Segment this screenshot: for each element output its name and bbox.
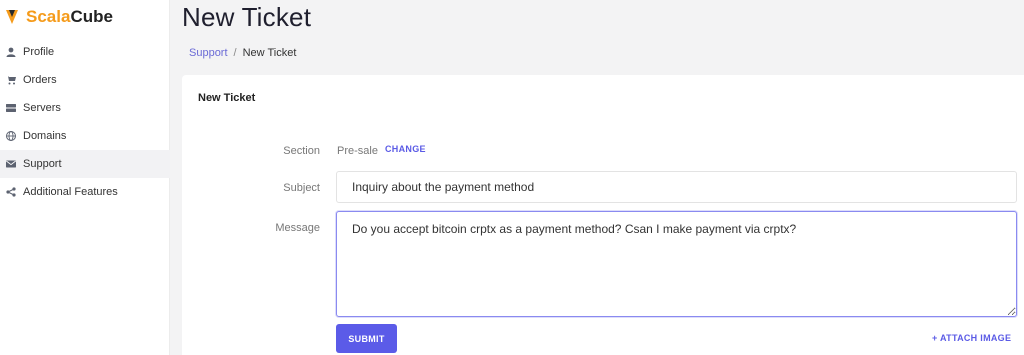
card-title: New Ticket [198, 92, 256, 104]
globe-icon [6, 131, 16, 141]
change-section-button[interactable]: CHANGE [385, 144, 426, 154]
sidebar-item-domains[interactable]: Domains [0, 122, 170, 150]
logo[interactable]: Scala Cube [0, 0, 169, 34]
cart-icon [6, 75, 16, 85]
sidebar-item-label: Domains [23, 130, 67, 142]
sidebar-item-orders[interactable]: Orders [0, 66, 170, 94]
envelope-icon [6, 159, 16, 169]
sidebar-item-label: Support [23, 158, 62, 170]
sidebar: Scala Cube Profile Orders Servers Domains [0, 0, 170, 355]
breadcrumb-separator: / [233, 47, 237, 59]
brand-name-part2: Cube [70, 7, 113, 26]
ticket-form-card: New Ticket Section Pre-sale CHANGE Subje… [182, 75, 1024, 355]
subject-input[interactable] [336, 171, 1017, 203]
breadcrumb: Support / New Ticket [189, 47, 296, 59]
user-icon [6, 47, 16, 57]
breadcrumb-link-support[interactable]: Support [189, 47, 228, 59]
scalacube-logo-icon [6, 10, 18, 24]
sidebar-item-support[interactable]: Support [0, 150, 170, 178]
breadcrumb-current: New Ticket [242, 47, 297, 59]
sidebar-item-label: Additional Features [23, 186, 118, 198]
sidebar-item-additional-features[interactable]: Additional Features [0, 178, 170, 206]
submit-button[interactable]: SUBMIT [336, 324, 397, 353]
share-icon [6, 187, 16, 197]
sidebar-item-label: Orders [23, 74, 57, 86]
attach-image-button[interactable]: + ATTACH IMAGE [932, 333, 1011, 343]
message-label: Message [275, 222, 320, 234]
subject-label: Subject [283, 182, 320, 194]
server-icon [6, 103, 16, 113]
sidebar-item-label: Profile [23, 46, 55, 58]
section-value: Pre-sale [337, 145, 378, 157]
sidebar-item-profile[interactable]: Profile [0, 38, 170, 66]
section-label: Section [283, 145, 320, 157]
sidebar-item-servers[interactable]: Servers [0, 94, 170, 122]
page-title: New Ticket [182, 2, 312, 32]
message-textarea[interactable]: Do you accept bitcoin crptx as a payment… [336, 211, 1017, 317]
brand-name-part1: Scala [26, 7, 71, 26]
sidebar-item-label: Servers [23, 102, 61, 114]
